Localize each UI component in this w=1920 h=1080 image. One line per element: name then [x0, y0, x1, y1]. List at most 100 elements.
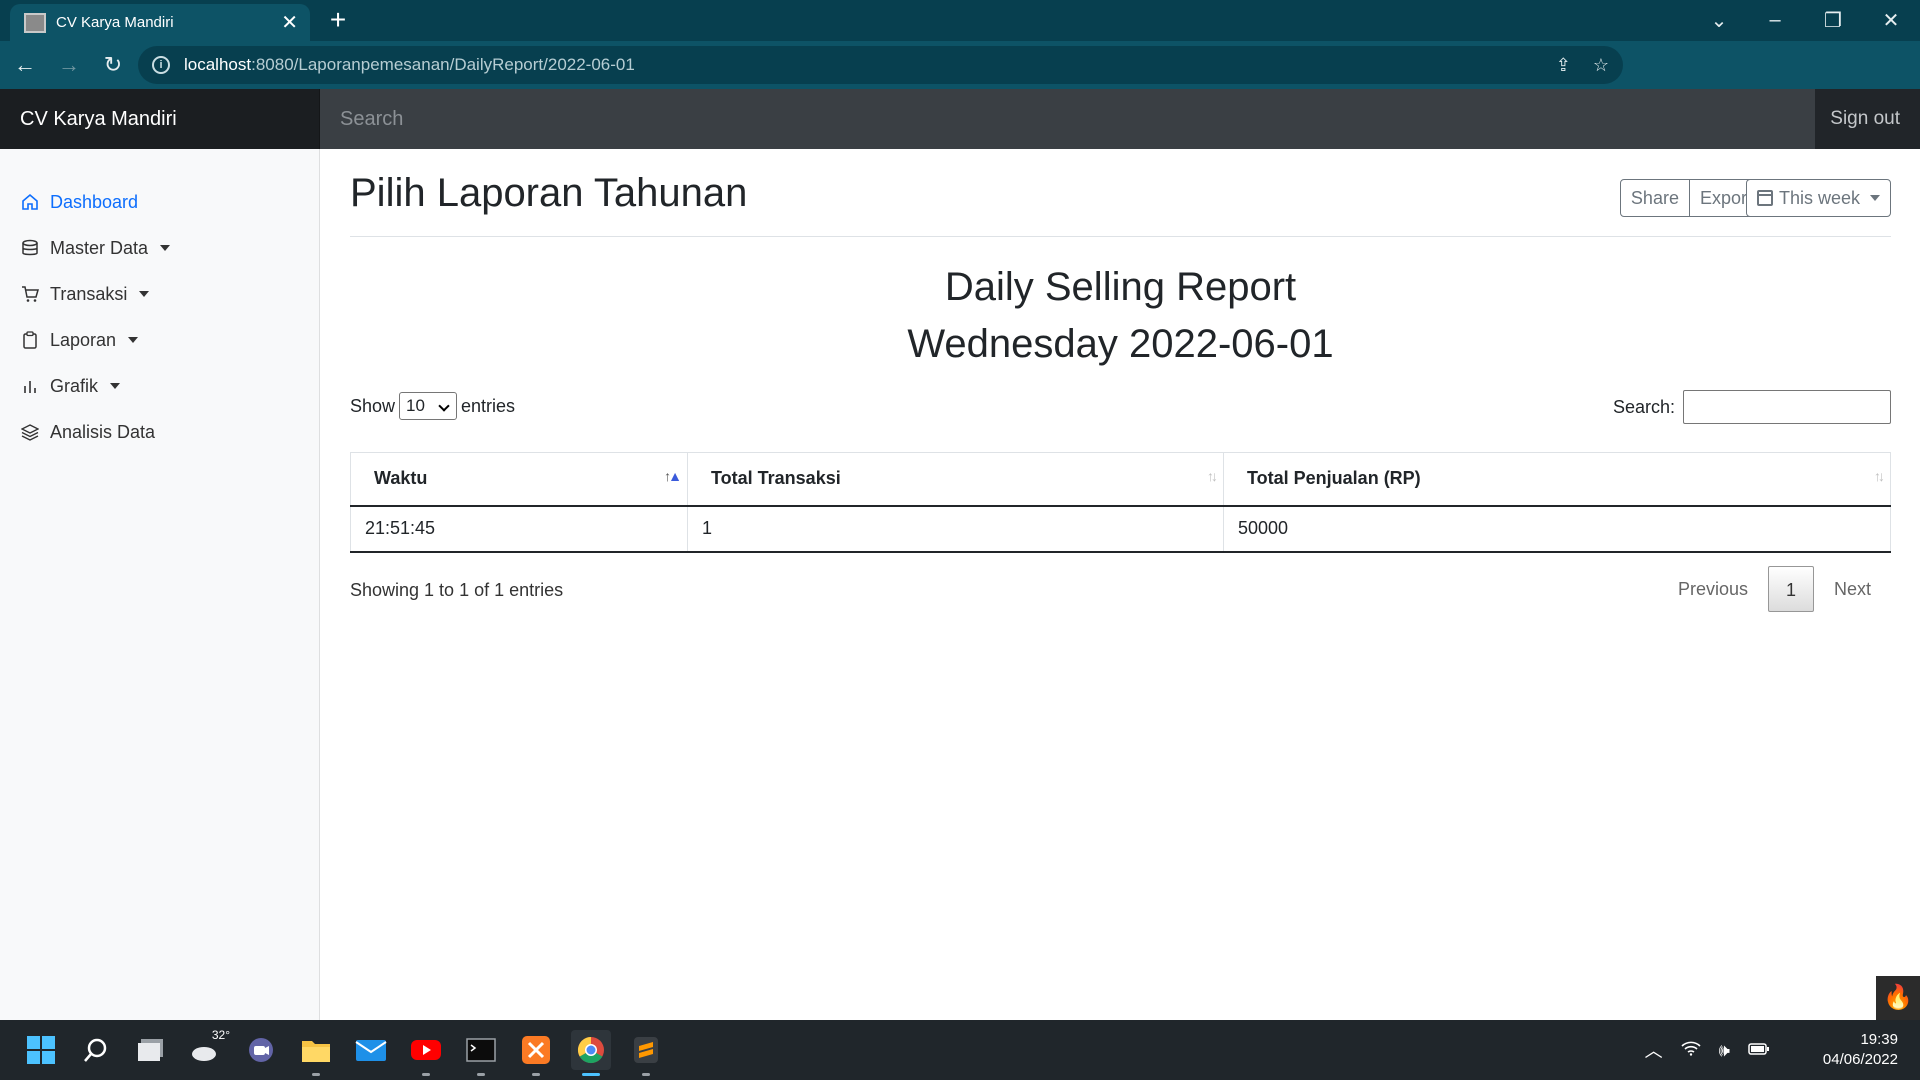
column-header-total-transaksi[interactable]: Total Transaksi ↑↓	[687, 452, 1224, 507]
new-tab-button[interactable]: +	[322, 4, 354, 36]
sidebar-item-label: Dashboard	[50, 191, 139, 212]
chevron-up-icon[interactable]: ︿	[1645, 1037, 1663, 1063]
next-page-button[interactable]: Next	[1814, 566, 1891, 612]
report-date: Wednesday 2022-06-01	[907, 322, 1334, 366]
clock-date: 04/06/2022	[1822, 1051, 1898, 1068]
share-page-icon[interactable]: ⇪	[1556, 55, 1571, 76]
date-range-dropdown[interactable]: This week	[1745, 179, 1891, 217]
table-search-control: Search:	[1613, 390, 1891, 424]
clipboard-icon	[20, 330, 40, 350]
previous-page-button[interactable]: Previous	[1658, 566, 1768, 612]
sidebar-item-label: Laporan	[50, 329, 117, 350]
page-1-button[interactable]: 1	[1767, 565, 1814, 612]
sort-icon: ↑↓	[1207, 468, 1218, 484]
running-indicator	[312, 1073, 320, 1076]
flame-icon[interactable]: 🔥	[1876, 976, 1920, 1020]
running-indicator	[422, 1073, 430, 1076]
windows-start-icon[interactable]	[21, 1030, 61, 1070]
database-icon	[20, 238, 40, 258]
column-header-label: Total Penjualan (RP)	[1247, 468, 1421, 489]
column-header-label: Total Transaksi	[711, 468, 841, 489]
restore-button[interactable]: ❐	[1808, 0, 1858, 41]
sort-asc-icon: ↑▲	[664, 468, 682, 484]
browser-tab[interactable]: CV Karya Mandiri ✕	[10, 4, 310, 41]
bookmark-star-icon[interactable]: ☆	[1593, 55, 1609, 76]
table-info: Showing 1 to 1 of 1 entries	[350, 579, 564, 600]
table-row: 21:51:45 1 50000	[350, 505, 1891, 553]
date-range-label: This week	[1778, 188, 1860, 208]
mail-icon[interactable]	[351, 1030, 391, 1070]
taskbar: 32° ︿ 🕪 19:39 04/06/2022	[0, 1020, 1920, 1080]
sidebar-item-master-data[interactable]: Master Data	[0, 225, 320, 271]
tab-title: CV Karya Mandiri	[56, 14, 174, 31]
sidebar-item-grafik[interactable]: Grafik	[0, 363, 320, 409]
file-explorer-icon[interactable]	[296, 1030, 336, 1076]
sublime-text-icon[interactable]	[626, 1030, 666, 1076]
reload-button[interactable]: ↻	[94, 46, 132, 84]
url-host: localhost	[184, 55, 252, 74]
entries-length-select[interactable]: 10	[399, 392, 458, 420]
search-icon[interactable]	[76, 1030, 116, 1070]
forward-button[interactable]: →	[50, 46, 88, 84]
app-navbar: CV Karya Mandiri Sign out	[0, 89, 1920, 149]
calendar-icon	[1756, 190, 1773, 206]
chevron-down-icon	[139, 291, 150, 297]
system-tray: ︿ 🕪	[1645, 1020, 1770, 1080]
youtube-icon[interactable]	[406, 1030, 446, 1076]
chevron-down-icon	[160, 245, 171, 251]
sidebar-item-label: Grafik	[50, 375, 99, 396]
system-clock[interactable]: 19:39 04/06/2022	[1823, 1030, 1898, 1070]
brand-link[interactable]: CV Karya Mandiri	[0, 89, 320, 149]
sort-icon: ↑↓	[1874, 468, 1885, 484]
report-table: Waktu ↑▲ Total Transaksi ↑↓ Total Penjua…	[350, 452, 1891, 553]
table-search-input[interactable]	[1683, 390, 1891, 424]
xampp-icon[interactable]	[516, 1030, 556, 1076]
battery-icon[interactable]	[1748, 1040, 1770, 1061]
site-info-icon[interactable]: i	[152, 56, 170, 74]
sidebar-item-analisis-data[interactable]: Analisis Data	[0, 409, 320, 455]
back-button[interactable]: ←	[6, 46, 44, 84]
home-icon	[20, 192, 40, 212]
action-button-group: Share Export	[1619, 179, 1763, 217]
address-bar[interactable]: i localhost:8080/Laporanpemesanan/DailyR…	[138, 46, 1623, 84]
volume-icon[interactable]: 🕪	[1719, 1040, 1730, 1061]
datatable-controls: Show 10 entries Search:	[350, 386, 1891, 452]
page-title: Pilih Laporan Tahunan	[350, 171, 748, 215]
weather-icon[interactable]: 32°	[186, 1028, 230, 1070]
table-cell: 50000	[1223, 505, 1891, 553]
browser-tabbar: CV Karya Mandiri ✕ + ⌄ – ❐ ✕	[0, 0, 1920, 41]
minimize-button[interactable]: –	[1750, 0, 1800, 41]
sidebar: Dashboard Master Data Transaksi Laporan …	[0, 149, 320, 1020]
column-header-total-penjualan[interactable]: Total Penjualan (RP) ↑↓	[1223, 452, 1891, 507]
report-heading: Daily Selling Report Wednesday 2022-06-0…	[350, 259, 1891, 373]
favicon-icon	[24, 12, 46, 33]
entries-length-control: Show 10 entries	[350, 392, 515, 420]
terminal-icon[interactable]	[461, 1030, 501, 1076]
running-indicator	[642, 1073, 650, 1076]
chevron-down-icon	[110, 383, 121, 389]
table-cell: 1	[687, 505, 1224, 553]
cart-icon	[20, 284, 40, 304]
teams-chat-icon[interactable]	[241, 1030, 281, 1070]
browser-toolbar: ← → ↻ i localhost:8080/Laporanpemesanan/…	[0, 41, 1920, 120]
datatable-footer: Showing 1 to 1 of 1 entries Previous 1 N…	[350, 565, 1891, 635]
sidebar-item-label: Analisis Data	[50, 421, 156, 442]
wifi-icon[interactable]	[1681, 1040, 1701, 1061]
navbar-search-input[interactable]	[320, 89, 1815, 149]
entries-label: entries	[461, 395, 516, 416]
sidebar-item-dashboard[interactable]: Dashboard	[0, 179, 320, 225]
close-window-button[interactable]: ✕	[1866, 0, 1916, 41]
column-header-waktu[interactable]: Waktu ↑▲	[350, 452, 688, 507]
share-button[interactable]: Share	[1619, 179, 1690, 217]
chrome-icon[interactable]	[571, 1030, 611, 1076]
tab-search-icon[interactable]: ⌄	[1694, 0, 1744, 41]
sidebar-item-laporan[interactable]: Laporan	[0, 317, 320, 363]
table-header-row: Waktu ↑▲ Total Transaksi ↑↓ Total Penjua…	[350, 452, 1891, 507]
task-view-icon[interactable]	[131, 1030, 171, 1070]
sidebar-item-label: Master Data	[50, 237, 149, 258]
chevron-down-icon	[128, 337, 139, 343]
close-tab-icon[interactable]: ✕	[281, 13, 298, 33]
sign-out-link[interactable]: Sign out	[1830, 89, 1900, 149]
table-cell: 21:51:45	[350, 505, 688, 553]
sidebar-item-transaksi[interactable]: Transaksi	[0, 271, 320, 317]
